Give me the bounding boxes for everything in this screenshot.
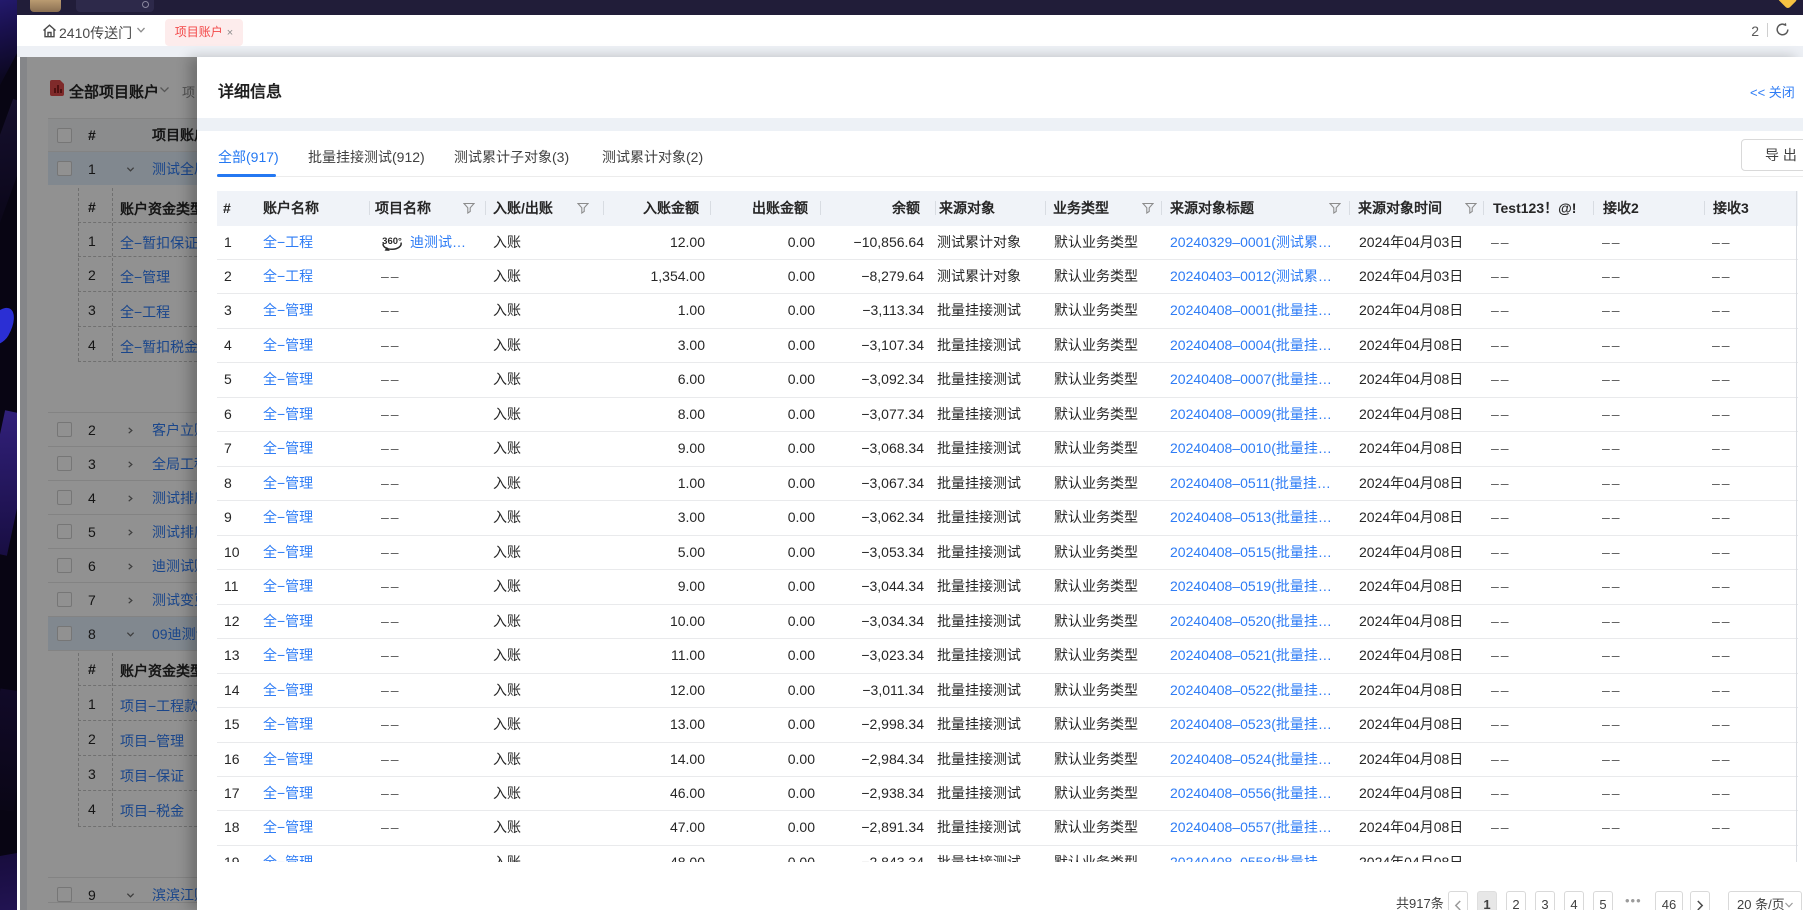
svg-text:360°: 360° [382, 236, 402, 247]
